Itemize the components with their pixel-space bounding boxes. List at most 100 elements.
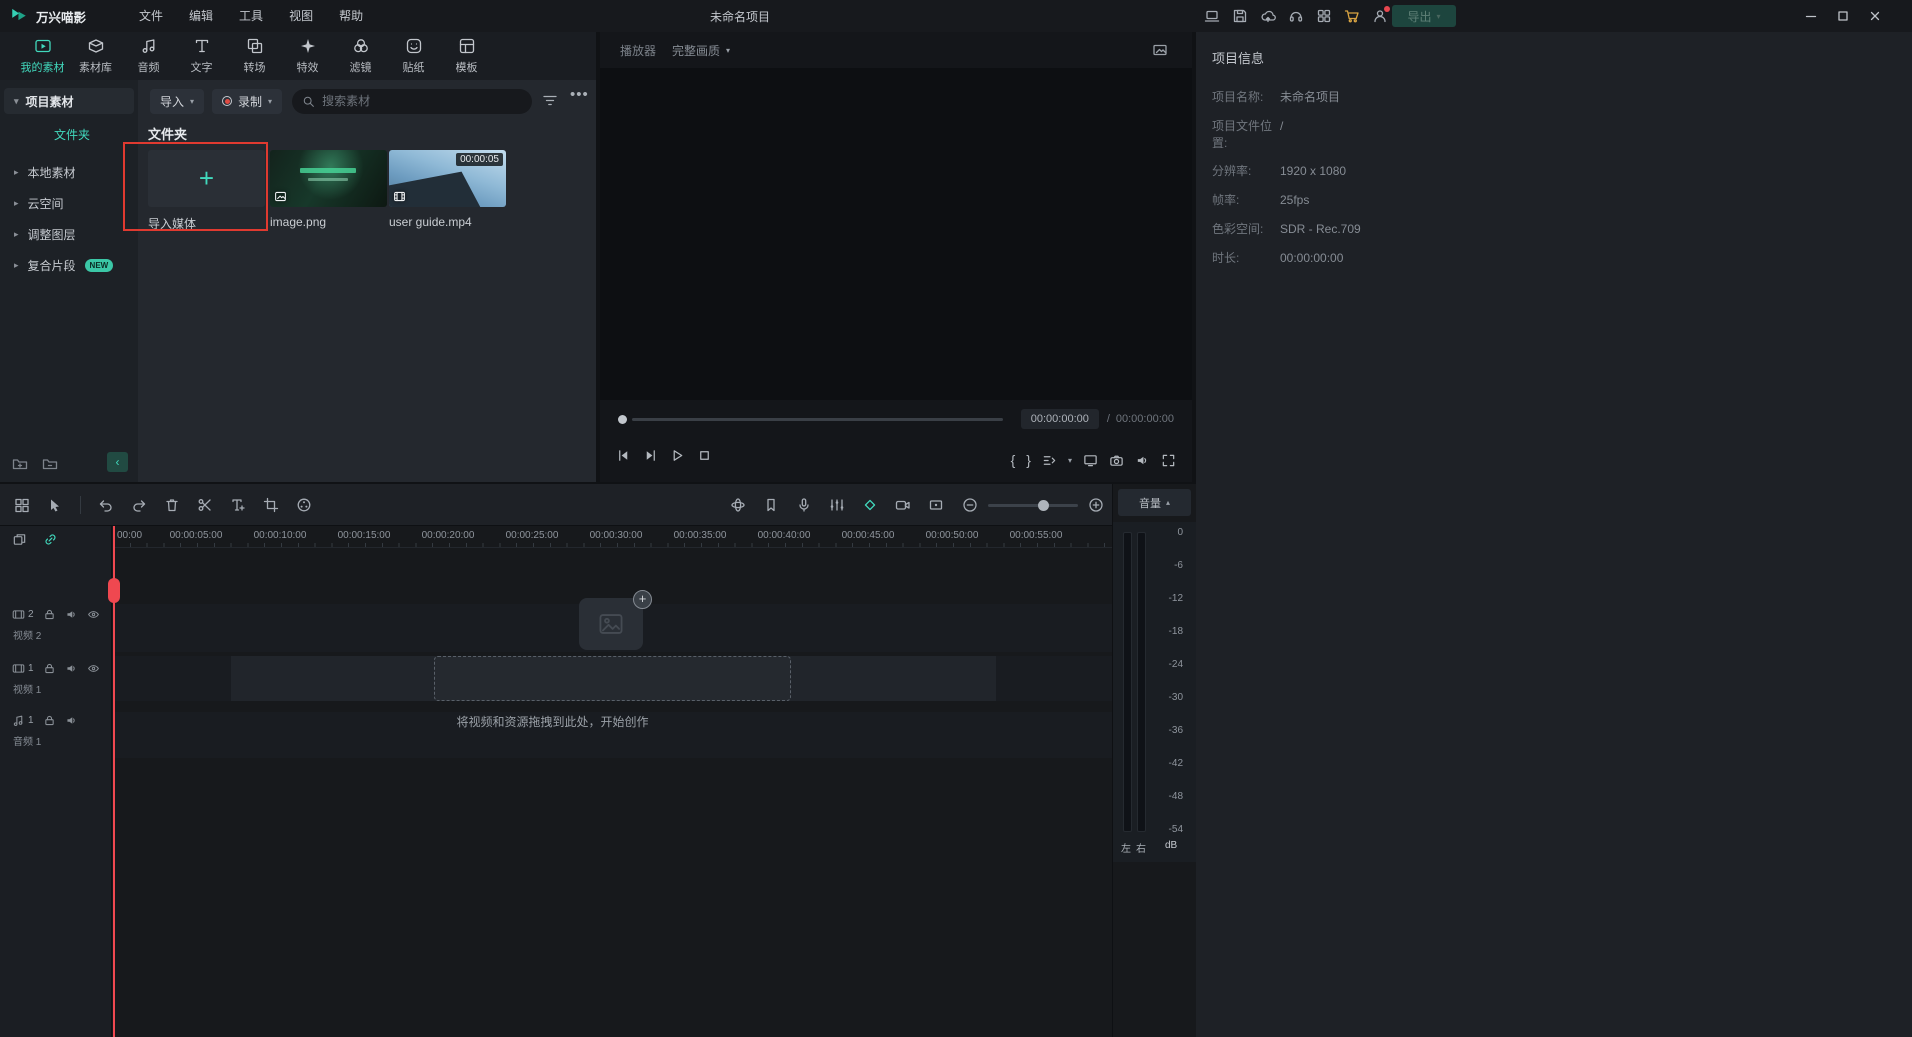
fullscreen-icon[interactable] <box>1161 453 1176 468</box>
menu-help[interactable]: 帮助 <box>326 0 376 32</box>
mark-out-button[interactable]: } <box>1026 448 1031 472</box>
zoom-out-icon[interactable] <box>962 497 978 513</box>
delete-folder-icon[interactable] <box>42 456 58 472</box>
new-folder-icon[interactable] <box>12 456 28 472</box>
sidebar-item-cloud[interactable]: ▸ 云空间 <box>0 188 138 219</box>
redo-icon[interactable] <box>131 497 147 513</box>
media-dropzone[interactable] <box>434 656 791 701</box>
chevron-down-icon[interactable]: ▾ <box>1068 456 1072 465</box>
tab-text[interactable]: 文字 <box>175 32 228 80</box>
audio-mixer-icon[interactable] <box>829 497 845 513</box>
next-frame-button[interactable] <box>643 448 658 463</box>
tab-effects[interactable]: 特效 <box>281 32 334 80</box>
media-item-image[interactable]: image.png <box>270 150 387 229</box>
eye-icon[interactable] <box>87 662 100 675</box>
preview-display-icon[interactable] <box>1152 42 1168 58</box>
display-icon[interactable] <box>1204 8 1220 24</box>
sidebar-item-compound-clip[interactable]: ▸ 复合片段 NEW <box>0 250 138 281</box>
apps-grid-icon[interactable] <box>1316 8 1332 24</box>
lock-icon[interactable] <box>43 662 56 675</box>
cart-icon[interactable] <box>1344 8 1360 24</box>
tab-transitions[interactable]: 转场 <box>228 32 281 80</box>
render-preview-icon[interactable] <box>730 497 746 513</box>
speaker-icon[interactable] <box>65 714 78 727</box>
playhead-handle[interactable] <box>108 578 120 603</box>
duplicate-icon[interactable] <box>12 532 27 547</box>
eye-icon[interactable] <box>87 608 100 621</box>
menu-edit[interactable]: 编辑 <box>176 0 226 32</box>
save-icon[interactable] <box>1232 8 1248 24</box>
timeline-canvas[interactable]: 00:00 00:00:05:00 00:00:10:00 00:00:15:0… <box>113 526 1112 1037</box>
export-frame-icon[interactable] <box>928 497 944 513</box>
quality-dropdown[interactable]: 完整画质 ▾ <box>672 42 730 59</box>
link-clips-icon[interactable] <box>43 532 58 547</box>
zoom-slider-knob[interactable] <box>1038 500 1049 511</box>
filter-icon[interactable] <box>542 93 558 109</box>
lock-icon[interactable] <box>43 714 56 727</box>
seek-bar[interactable] <box>632 418 1003 421</box>
tab-stickers[interactable]: 贴纸 <box>387 32 440 80</box>
collapse-sidebar-button[interactable]: ‹ <box>107 452 128 472</box>
delete-icon[interactable] <box>164 497 180 513</box>
undo-icon[interactable] <box>98 497 114 513</box>
mute-speaker-icon[interactable] <box>1135 453 1150 468</box>
timeline-zoom-slider[interactable] <box>988 504 1078 507</box>
search-box[interactable] <box>292 89 532 114</box>
record-button[interactable]: 录制 ▾ <box>212 89 282 114</box>
secondary-display-icon[interactable] <box>1083 453 1098 468</box>
tab-stock-media[interactable]: 素材库 <box>69 32 122 80</box>
crop-icon[interactable] <box>263 497 279 513</box>
lock-icon[interactable] <box>43 608 56 621</box>
more-options-icon[interactable]: ••• <box>570 86 589 103</box>
account-icon[interactable] <box>1372 8 1388 24</box>
mark-in-button[interactable]: { <box>1011 448 1016 472</box>
cloud-upload-icon[interactable] <box>1260 8 1276 24</box>
sidebar-item-project-media[interactable]: ▾ 项目素材 <box>4 88 134 114</box>
search-input[interactable] <box>322 94 492 108</box>
speaker-icon[interactable] <box>65 608 78 621</box>
menu-tools[interactable]: 工具 <box>226 0 276 32</box>
support-headset-icon[interactable] <box>1288 8 1304 24</box>
keyframe-icon[interactable] <box>862 497 878 513</box>
marker-icon[interactable] <box>763 497 779 513</box>
stop-button[interactable] <box>697 448 712 463</box>
play-button[interactable] <box>670 448 685 463</box>
tab-filters[interactable]: 滤镜 <box>334 32 387 80</box>
tab-audio[interactable]: 音频 <box>122 32 175 80</box>
sidebar-item-local-media[interactable]: ▸ 本地素材 <box>0 157 138 188</box>
video-thumbnail[interactable]: 00:00:05 <box>389 150 506 207</box>
minimize-button[interactable] <box>1804 9 1818 23</box>
previous-frame-button[interactable] <box>616 448 631 463</box>
tab-my-media[interactable]: 我的素材 <box>16 32 69 80</box>
close-button[interactable] <box>1868 9 1882 23</box>
text-tool-icon[interactable] <box>230 497 246 513</box>
menu-file[interactable]: 文件 <box>126 0 176 32</box>
import-plus-icon[interactable]: + <box>148 150 265 207</box>
import-media-tile[interactable]: + 导入媒体 <box>148 150 265 232</box>
menu-view[interactable]: 视图 <box>276 0 326 32</box>
add-media-plus-icon[interactable]: + <box>633 590 652 609</box>
seek-handle[interactable] <box>618 415 627 424</box>
snapshot-camera-icon[interactable] <box>1109 453 1124 468</box>
tab-templates[interactable]: 模板 <box>440 32 493 80</box>
sticker-icon <box>405 37 423 55</box>
sidebar-item-adjustment-layer[interactable]: ▸ 调整图层 <box>0 219 138 250</box>
zoom-in-icon[interactable] <box>1088 497 1104 513</box>
import-button[interactable]: 导入 ▾ <box>150 89 204 114</box>
volume-header[interactable]: 音量 ▴ <box>1118 489 1191 516</box>
manage-tracks-icon[interactable] <box>14 497 30 513</box>
export-button[interactable]: 导出 ▾ <box>1392 5 1456 27</box>
image-thumbnail[interactable] <box>270 150 387 207</box>
voiceover-mic-icon[interactable] <box>796 497 812 513</box>
sidebar-item-folder[interactable]: 文件夹 <box>0 126 138 143</box>
select-cursor-icon[interactable] <box>47 497 63 513</box>
speed-camera-icon[interactable] <box>895 497 911 513</box>
mark-range-button[interactable] <box>1042 453 1057 468</box>
video-viewport[interactable] <box>600 68 1192 400</box>
color-wheel-icon[interactable] <box>296 497 312 513</box>
split-scissors-icon[interactable] <box>197 497 213 513</box>
media-item-video[interactable]: 00:00:05 user guide.mp4 <box>389 150 506 229</box>
timeline-ruler[interactable]: 00:00 00:00:05:00 00:00:10:00 00:00:15:0… <box>113 526 1112 548</box>
maximize-button[interactable] <box>1836 9 1850 23</box>
speaker-icon[interactable] <box>65 662 78 675</box>
